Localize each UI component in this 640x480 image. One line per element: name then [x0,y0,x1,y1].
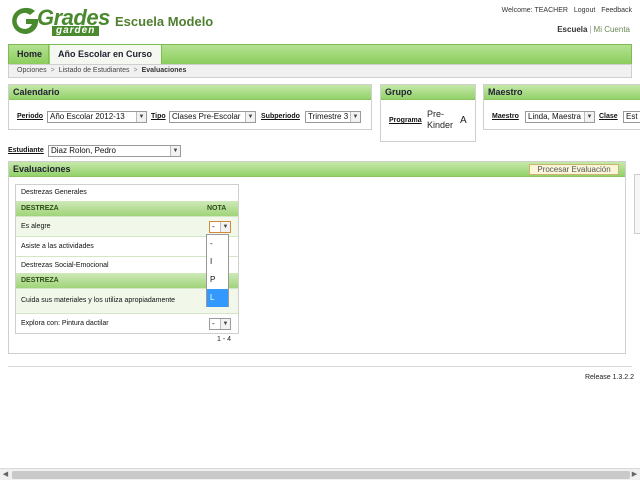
grupo-panel: Grupo Programa Pre- Kinder A [380,84,476,142]
evaluaciones-panel: Evaluaciones Procesar Evaluación Destrez… [8,161,626,354]
col-destreza: DESTREZA [21,205,59,212]
periodo-label: Periodo [17,113,44,120]
chevron-down-icon: ▼ [350,112,360,122]
breadcrumb-listado[interactable]: Listado de Estudiantes [59,67,130,74]
subperiodo-value: Trimestre 3 [308,112,349,121]
periodo-select[interactable]: Año Escolar 2012-13 ▼ [47,111,147,123]
nota-dropdown-list: - I P L [206,234,229,307]
horizontal-scrollbar[interactable]: ◀ ▶ [0,468,640,480]
maestro-panel: Maestro Maestro Linda, Maestra ▼ Clase Es… [483,84,640,130]
destreza-label: Es alegre [21,223,51,230]
main-nav: Home Año Escolar en Curso [8,44,632,65]
escuela-link[interactable]: Escuela [557,25,587,34]
option-i[interactable]: I [207,253,228,271]
mi-cuenta-link[interactable]: Mi Cuenta [594,25,630,34]
tipo-select[interactable]: Clases Pre-Escolar ▼ [169,111,256,123]
table-row: Explora con: Pintura dactilar - ▼ [16,313,238,333]
table-row: Asiste a las actividades [16,236,238,256]
table-header: DESTREZA [16,273,238,288]
option-l[interactable]: L [207,289,228,307]
clase-select[interactable]: Est [623,111,640,123]
subperiodo-label: Subperiodo [261,113,300,120]
pagination: 1 - 4 [217,336,232,343]
scroll-thumb[interactable] [12,471,630,479]
side-panel-edge [634,174,640,234]
chevron-down-icon: ▼ [245,112,255,122]
grupo-title: Grupo [381,85,475,100]
table-row: Cuida sus materiales y los utiliza aprop… [16,288,238,313]
tab-ano-escolar[interactable]: Año Escolar en Curso [50,45,162,65]
category-row: Destrezas Generales [16,185,238,201]
top-links: Welcome: TEACHER Logout Feedback [498,7,632,14]
periodo-value: Año Escolar 2012-13 [50,112,125,121]
clase-value: Est [626,112,638,121]
table-row: Es alegre - ▼ [16,216,238,236]
logo-sub: garden [52,26,100,36]
category-row: Destrezas Social-Emocional [16,256,238,273]
subperiodo-select[interactable]: Trimestre 3 ▼ [305,111,361,123]
chevron-down-icon: ▼ [136,112,146,122]
release-text: Release 1.3.2.2 [584,374,634,381]
clase-label: Clase [599,113,618,120]
programa-value-2: Kinder [427,120,454,130]
table-header: DESTREZA NOTA [16,201,238,216]
breadcrumb-evaluaciones: Evaluaciones [141,67,187,74]
footer-divider [8,366,632,367]
nota-select[interactable]: - ▼ [209,221,231,233]
col-nota: NOTA [207,205,227,212]
col-destreza: DESTREZA [21,277,59,284]
school-name: Escuela Modelo [115,14,214,29]
nota-select[interactable]: - ▼ [209,318,231,330]
calendario-title: Calendario [9,85,371,100]
logout-link[interactable]: Logout [574,7,595,14]
estudiante-value: Diaz Rolon, Pedro [51,146,116,155]
maestro-value: Linda, Maestra [528,112,581,121]
calendario-panel: Calendario Periodo Año Escolar 2012-13 ▼ … [8,84,372,130]
chevron-down-icon: ▼ [220,222,230,232]
welcome-text: Welcome: TEACHER [501,7,568,14]
evaluaciones-header: Evaluaciones Procesar Evaluación [9,162,625,177]
destreza-label: Cuida sus materiales y los utiliza aprop… [21,297,176,304]
maestro-select[interactable]: Linda, Maestra ▼ [525,111,595,123]
logo[interactable]: Grades garden [8,5,110,36]
nota-value: - [212,222,215,231]
destreza-label: Asiste a las actividades [21,243,94,250]
scroll-right-icon[interactable]: ▶ [630,470,639,479]
account-links: Escuela | Mi Cuenta [557,25,630,34]
maestro-label: Maestro [492,113,519,120]
chevron-down-icon: ▼ [584,112,594,122]
chevron-down-icon: ▼ [220,319,230,329]
breadcrumb-arrow-icon: > [50,67,55,74]
tab-home[interactable]: Home [9,45,49,65]
chevron-down-icon: ▼ [170,146,180,156]
separator: | [589,25,592,34]
evaluaciones-title: Evaluaciones [13,164,71,174]
option-dash[interactable]: - [207,235,228,253]
nota-value: - [212,319,215,328]
breadcrumb-arrow-icon: > [133,67,138,74]
option-p[interactable]: P [207,271,228,289]
programa-label: Programa [389,117,422,124]
destreza-label: Explora con: Pintura dactilar [21,320,109,327]
maestro-title: Maestro [484,85,640,100]
estudiante-label: Estudiante [8,147,44,154]
feedback-link[interactable]: Feedback [601,7,632,14]
programa-value-1: Pre- [427,109,445,119]
estudiante-select[interactable]: Diaz Rolon, Pedro ▼ [48,145,181,157]
breadcrumb-opciones[interactable]: Opciones [17,67,47,74]
tipo-value: Clases Pre-Escolar [172,112,241,121]
seccion-value: A [460,115,467,126]
breadcrumb: Opciones > Listado de Estudiantes > Evaluaci… [8,64,632,78]
scroll-left-icon[interactable]: ◀ [1,470,10,479]
procesar-evaluacion-button[interactable]: Procesar Evaluación [529,164,619,175]
tipo-label: Tipo [151,113,166,120]
